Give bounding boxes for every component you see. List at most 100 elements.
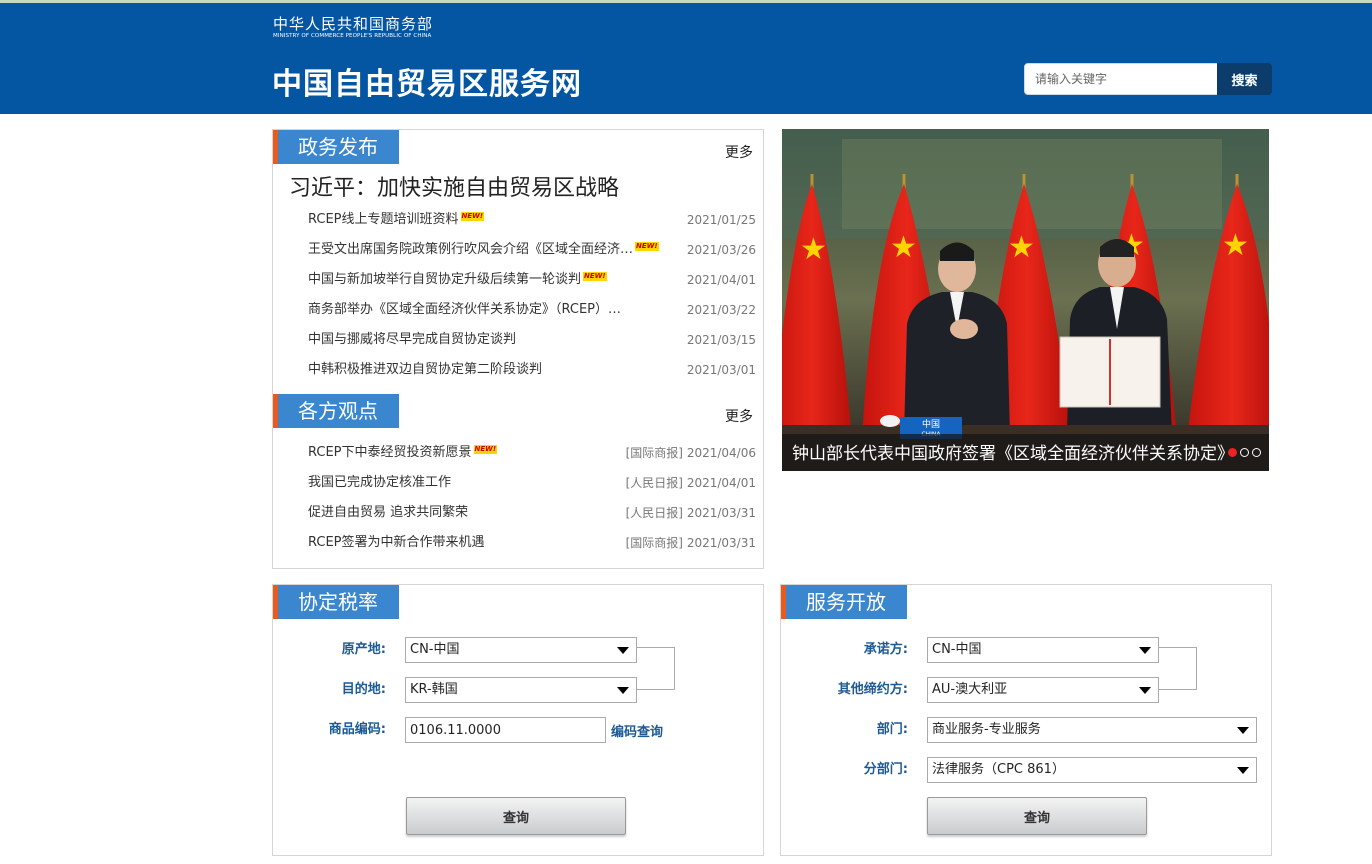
dept-select[interactable]: 商业服务-专业服务 bbox=[927, 717, 1257, 743]
origin-label: 原产地: bbox=[341, 642, 386, 657]
code-lookup-link[interactable]: 编码查询 bbox=[611, 721, 663, 740]
list-item-date: [人民日报] 2021/04/01 bbox=[626, 468, 756, 498]
ministry-name-en: MINISTRY OF COMMERCE PEOPLE'S REPUBLIC O… bbox=[273, 33, 432, 39]
swap-bracket bbox=[637, 647, 675, 690]
list-item[interactable]: 中国与挪威将尽早完成自贸协定谈判 2021/03/15 bbox=[308, 325, 756, 355]
views-list: RCEP下中泰经贸投资新愿景 NEW! [国际商报] 2021/04/06 我国已完成… bbox=[308, 438, 756, 558]
list-item-date-value: 2021/04/01 bbox=[686, 273, 756, 287]
chevron-down-icon bbox=[617, 647, 629, 654]
tariff-query-button[interactable]: 查询 bbox=[406, 797, 626, 835]
promisor-row: 承诺方: CN-中国 bbox=[781, 637, 1271, 663]
news-more-link[interactable]: 更多 bbox=[725, 142, 753, 162]
list-item[interactable]: RCEP签署为中新合作带来机遇 [国际商报] 2021/03/31 bbox=[308, 528, 756, 558]
list-item-title: RCEP签署为中新合作带来机遇 bbox=[308, 535, 485, 550]
svg-text:★: ★ bbox=[1222, 228, 1249, 263]
news-list: RCEP线上专题培训班资料 NEW! 2021/01/25 王受文出席国务院政策例行吹… bbox=[308, 205, 756, 385]
list-item-title: 商务部举办《区域全面经济伙伴关系协定》（RCEP）… bbox=[308, 302, 622, 317]
list-item-date: 2021/01/25 bbox=[687, 205, 756, 235]
ministry-logo[interactable]: 中华人民共和国商务部 MINISTRY OF COMMERCE PEOPLE'S… bbox=[273, 15, 433, 40]
list-item[interactable]: 中国与新加坡举行自贸协定升级后续第一轮谈判 NEW! 2021/04/01 bbox=[308, 265, 756, 295]
list-item-title: RCEP线上专题培训班资料 NEW! bbox=[308, 212, 485, 227]
slide-photo: ★ ★ ★ ★ ★ bbox=[782, 129, 1269, 471]
list-item-date: [国际商报] 2021/04/06 bbox=[626, 438, 756, 468]
news-headline[interactable]: 习近平：加快实施自由贸易区战略 bbox=[289, 170, 619, 202]
list-item[interactable]: 我国已完成协定核准工作 [人民日报] 2021/04/01 bbox=[308, 468, 756, 498]
site-header: 中华人民共和国商务部 MINISTRY OF COMMERCE PEOPLE'S… bbox=[0, 3, 1372, 114]
list-item[interactable]: 商务部举办《区域全面经济伙伴关系协定》（RCEP）… 2021/03/22 bbox=[308, 295, 756, 325]
list-item-date: 2021/03/26 bbox=[687, 235, 756, 265]
list-item-source: [国际商报] bbox=[625, 536, 683, 550]
list-item-title: 王受文出席国务院政策例行吹风会介绍《区域全面经济… NEW! bbox=[308, 242, 659, 257]
slider-dot[interactable] bbox=[1228, 448, 1237, 457]
chevron-down-icon bbox=[617, 687, 629, 694]
dest-select[interactable]: KR-韩国 bbox=[405, 677, 637, 703]
list-item-date: 2021/03/22 bbox=[687, 295, 756, 325]
subdept-select[interactable]: 法律服务（CPC 861） bbox=[927, 757, 1257, 783]
list-item-title: 中韩积极推进双边自贸协定第二阶段谈判 bbox=[308, 362, 543, 377]
list-item-title: 促进自由贸易 追求共同繁荣 bbox=[308, 505, 469, 520]
chevron-down-icon bbox=[1237, 767, 1249, 774]
list-item-date-value: 2021/03/22 bbox=[686, 303, 756, 317]
list-item-title: RCEP下中泰经贸投资新愿景 NEW! bbox=[308, 445, 498, 460]
list-item-date-value: 2021/03/31 bbox=[686, 506, 756, 520]
views-more-link[interactable]: 更多 bbox=[725, 406, 753, 426]
other-party-row: 其他缔约方: AU-澳大利亚 bbox=[781, 677, 1271, 703]
svg-text:★: ★ bbox=[1008, 230, 1035, 265]
list-item-date-value: 2021/01/25 bbox=[686, 213, 756, 227]
list-item-title: 中国与挪威将尽早完成自贸协定谈判 bbox=[308, 332, 517, 347]
tab-news[interactable]: 政务发布 bbox=[273, 130, 399, 164]
service-query-button[interactable]: 查询 bbox=[927, 797, 1147, 835]
service-panel: 服务开放 承诺方: CN-中国 其他缔约方: AU-澳大利亚 部门: 商业服务-… bbox=[780, 584, 1272, 856]
promisor-select[interactable]: CN-中国 bbox=[927, 637, 1159, 663]
list-item[interactable]: RCEP下中泰经贸投资新愿景 NEW! [国际商报] 2021/04/06 bbox=[308, 438, 756, 468]
search-box: 搜索 bbox=[1024, 63, 1272, 95]
list-item-date-value: 2021/03/26 bbox=[686, 243, 756, 257]
list-item-title: 我国已完成协定核准工作 bbox=[308, 475, 452, 490]
ministry-name-cn: 中华人民共和国商务部 bbox=[273, 15, 434, 33]
new-badge: NEW! bbox=[583, 272, 607, 281]
slider-dots bbox=[1225, 442, 1261, 461]
dest-row: 目的地: KR-韩国 bbox=[273, 677, 763, 703]
new-badge: NEW! bbox=[460, 212, 485, 221]
list-item-date-value: 2021/03/31 bbox=[686, 536, 756, 550]
slider-dot[interactable] bbox=[1252, 448, 1261, 457]
swap-bracket bbox=[1159, 647, 1197, 690]
list-item-date: [人民日报] 2021/03/31 bbox=[626, 498, 756, 528]
code-input[interactable] bbox=[405, 717, 606, 743]
list-item-date-value: 2021/03/01 bbox=[686, 363, 756, 377]
origin-row: 原产地: CN-中国 bbox=[273, 637, 763, 663]
list-item-date-value: 2021/04/06 bbox=[686, 446, 756, 460]
svg-text:★: ★ bbox=[890, 230, 917, 265]
other-party-select[interactable]: AU-澳大利亚 bbox=[927, 677, 1159, 703]
list-item[interactable]: RCEP线上专题培训班资料 NEW! 2021/01/25 bbox=[308, 205, 756, 235]
tab-service[interactable]: 服务开放 bbox=[781, 585, 907, 619]
search-button[interactable]: 搜索 bbox=[1217, 63, 1272, 95]
code-label: 商品编码: bbox=[328, 722, 386, 737]
code-row: 商品编码: 编码查询 bbox=[273, 717, 763, 743]
desk-sign-cn: 中国 bbox=[922, 418, 940, 430]
list-item-date: 2021/04/01 bbox=[687, 265, 756, 295]
slider-dot[interactable] bbox=[1240, 448, 1249, 457]
chevron-down-icon bbox=[1237, 727, 1249, 734]
list-item[interactable]: 中韩积极推进双边自贸协定第二阶段谈判 2021/03/01 bbox=[308, 355, 756, 385]
list-item[interactable]: 促进自由贸易 追求共同繁荣 [人民日报] 2021/03/31 bbox=[308, 498, 756, 528]
chevron-down-icon bbox=[1139, 687, 1151, 694]
dept-value: 商业服务-专业服务 bbox=[932, 722, 1041, 737]
subdept-row: 分部门: 法律服务（CPC 861） bbox=[781, 757, 1271, 783]
news-panel: 政务发布 更多 习近平：加快实施自由贸易区战略 RCEP线上专题培训班资料 NEW… bbox=[272, 129, 764, 569]
origin-select[interactable]: CN-中国 bbox=[405, 637, 637, 663]
subdept-label: 分部门: bbox=[863, 762, 908, 777]
tab-views[interactable]: 各方观点 bbox=[273, 394, 399, 428]
image-slider[interactable]: ★ ★ ★ ★ ★ bbox=[782, 129, 1269, 471]
list-item-date: [国际商报] 2021/03/31 bbox=[626, 528, 756, 558]
list-item[interactable]: 王受文出席国务院政策例行吹风会介绍《区域全面经济… NEW! 2021/03/26 bbox=[308, 235, 756, 265]
tab-tariff[interactable]: 协定税率 bbox=[273, 585, 399, 619]
new-badge: NEW! bbox=[635, 242, 659, 251]
slide-caption[interactable]: 钟山部长代表中国政府签署《区域全面经济伙伴关系协定》 bbox=[782, 434, 1269, 471]
list-item-date: 2021/03/01 bbox=[687, 355, 756, 385]
site-title: 中国自由贸易区服务网 bbox=[272, 67, 582, 102]
dept-label: 部门: bbox=[876, 722, 908, 737]
origin-value: CN-中国 bbox=[410, 642, 460, 657]
search-input[interactable] bbox=[1024, 63, 1218, 95]
chevron-down-icon bbox=[1139, 647, 1151, 654]
